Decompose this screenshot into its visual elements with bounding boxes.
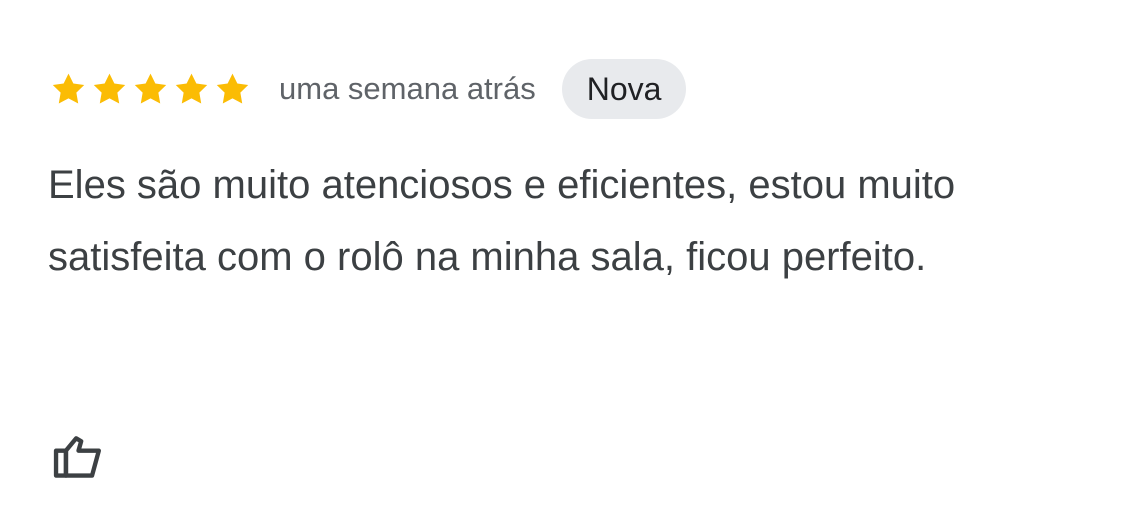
review-header: uma semana atrás Nova (48, 58, 687, 120)
review-card: uma semana atrás Nova Eles são muito ate… (0, 0, 1125, 528)
review-date: uma semana atrás (279, 71, 536, 106)
thumbs-up-icon (50, 426, 108, 484)
star-icon (171, 69, 212, 110)
star-icon (89, 69, 130, 110)
review-text: Eles são muito atenciosos e eficientes, … (48, 163, 956, 279)
like-button[interactable] (48, 424, 110, 486)
new-review-badge: Nova (561, 59, 687, 119)
star-icon (48, 69, 89, 110)
star-rating (48, 69, 253, 110)
star-icon (212, 69, 253, 110)
star-icon (130, 69, 171, 110)
